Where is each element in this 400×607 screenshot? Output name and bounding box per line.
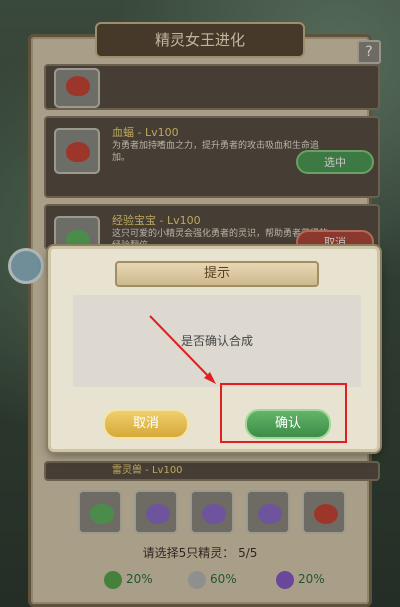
highlight-box bbox=[220, 383, 347, 443]
cancel-button[interactable]: 取消 bbox=[103, 409, 189, 439]
dialog-title: 提示 bbox=[115, 261, 319, 287]
dialog-message: 是否确认合成 bbox=[73, 295, 361, 387]
